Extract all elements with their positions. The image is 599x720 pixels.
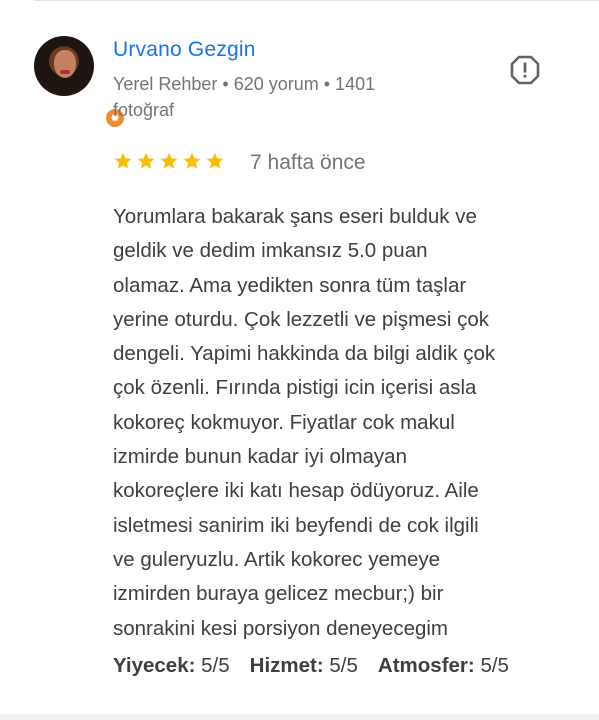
review-text: Yorumlara bakarak şans eseri bulduk ve g… <box>113 200 573 646</box>
review-line: çok özenli. Fırında pistigi icin içerisi… <box>113 376 477 400</box>
review-line: dengeli. Yapimi hakkinda da bilgi aldik … <box>113 342 496 366</box>
subrating-service: Hizmet: 5/5 <box>250 650 358 682</box>
subratings: Yiyecek: 5/5 Hizmet: 5/5 Atmosfer: 5/5 <box>113 650 573 682</box>
top-divider <box>34 0 599 1</box>
review-line: kokoreç kokmuyor. Fiyatlar cok makul <box>113 410 455 434</box>
star-icon <box>114 152 132 169</box>
review-line: izmirden buraya gelicez mecbur;) bir <box>113 582 444 606</box>
subrating-atmosphere: Atmosfer: 5/5 <box>378 650 509 682</box>
reviewer-meta: Yerel Rehber • 620 yorum • 1401 fotoğraf <box>113 74 376 120</box>
review-date: 7 hafta önce <box>250 151 366 174</box>
review-line: geldik ve dedim imkansız 5.0 puan <box>113 239 428 263</box>
star-icon <box>160 152 178 169</box>
review-line: yerine oturdu. Çok lezzetli ve pişmesi ç… <box>113 307 489 331</box>
review-line: sonrakini kesi porsiyon deneyecegim <box>113 616 449 640</box>
star-icon <box>206 152 224 169</box>
subrating-service-label: Hizmet: <box>249 654 324 677</box>
subrating-atmosphere-value: 5/5 <box>480 654 509 677</box>
review-line: kokoreçlere iki katı hesap ödüyoruz. Ail… <box>113 479 479 503</box>
subrating-food: Yiyecek: 5/5 <box>113 650 230 682</box>
review-line: ve guleryuzlu. Artik kokorec yemeye <box>113 547 440 571</box>
star-rating <box>113 151 225 175</box>
review-line: izmirde bunun kadar iyi olmayan <box>113 445 407 469</box>
subrating-service-value: 5/5 <box>329 654 358 677</box>
review-line: olamaz. Ama yedikten sonra tüm taşlar <box>113 273 467 297</box>
star-icon <box>137 152 155 169</box>
review-line: isletmesi sanirim iki beyfendi de cok il… <box>113 513 479 537</box>
reviewer-name[interactable]: Urvano Gezgin <box>113 38 256 62</box>
bottom-edge <box>0 714 599 720</box>
review-line: Yorumlara bakarak şans eseri bulduk ve <box>113 205 477 228</box>
subrating-food-label: Yiyecek: <box>113 654 196 677</box>
subrating-food-value: 5/5 <box>201 654 230 677</box>
avatar[interactable]: ✸ <box>34 36 126 129</box>
star-icon <box>183 152 201 169</box>
report-icon[interactable] <box>510 55 540 85</box>
avatar-lips <box>60 70 70 74</box>
subrating-atmosphere-label: Atmosfer: <box>377 654 475 677</box>
